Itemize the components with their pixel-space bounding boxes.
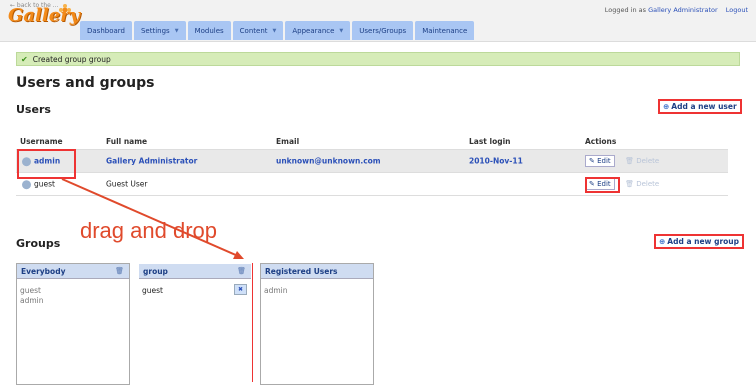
group-name: Registered Users	[265, 266, 338, 276]
list-item[interactable]: guest	[17, 286, 129, 296]
group-header: Registered Users	[261, 264, 373, 279]
group-box-registered-users[interactable]: Registered Users admin	[260, 263, 374, 385]
group-members: guest admin	[17, 279, 129, 306]
group-header: group 🗑	[139, 264, 251, 279]
group-box-group[interactable]: group 🗑 guest ✖	[138, 263, 252, 385]
add-group-button[interactable]: ⊕ Add a new group	[654, 234, 745, 249]
groups-heading: Groups	[16, 237, 61, 250]
group-members: admin	[261, 279, 373, 296]
list-item[interactable]: admin	[261, 286, 373, 296]
add-group-label: Add a new group	[667, 237, 740, 246]
trash-icon[interactable]: 🗑	[115, 267, 124, 275]
remove-member-icon[interactable]: ✖	[234, 284, 247, 295]
plus-icon: ⊕	[659, 237, 666, 246]
trash-icon[interactable]: 🗑	[237, 267, 246, 275]
group-name: group	[143, 266, 168, 276]
group-box-everybody[interactable]: Everybody 🗑 guest admin	[16, 263, 130, 385]
drag-and-drop-annotation: drag and drop	[80, 218, 217, 243]
group-name: Everybody	[21, 266, 66, 276]
group-header: Everybody 🗑	[17, 264, 129, 279]
list-item[interactable]: admin	[17, 296, 129, 306]
